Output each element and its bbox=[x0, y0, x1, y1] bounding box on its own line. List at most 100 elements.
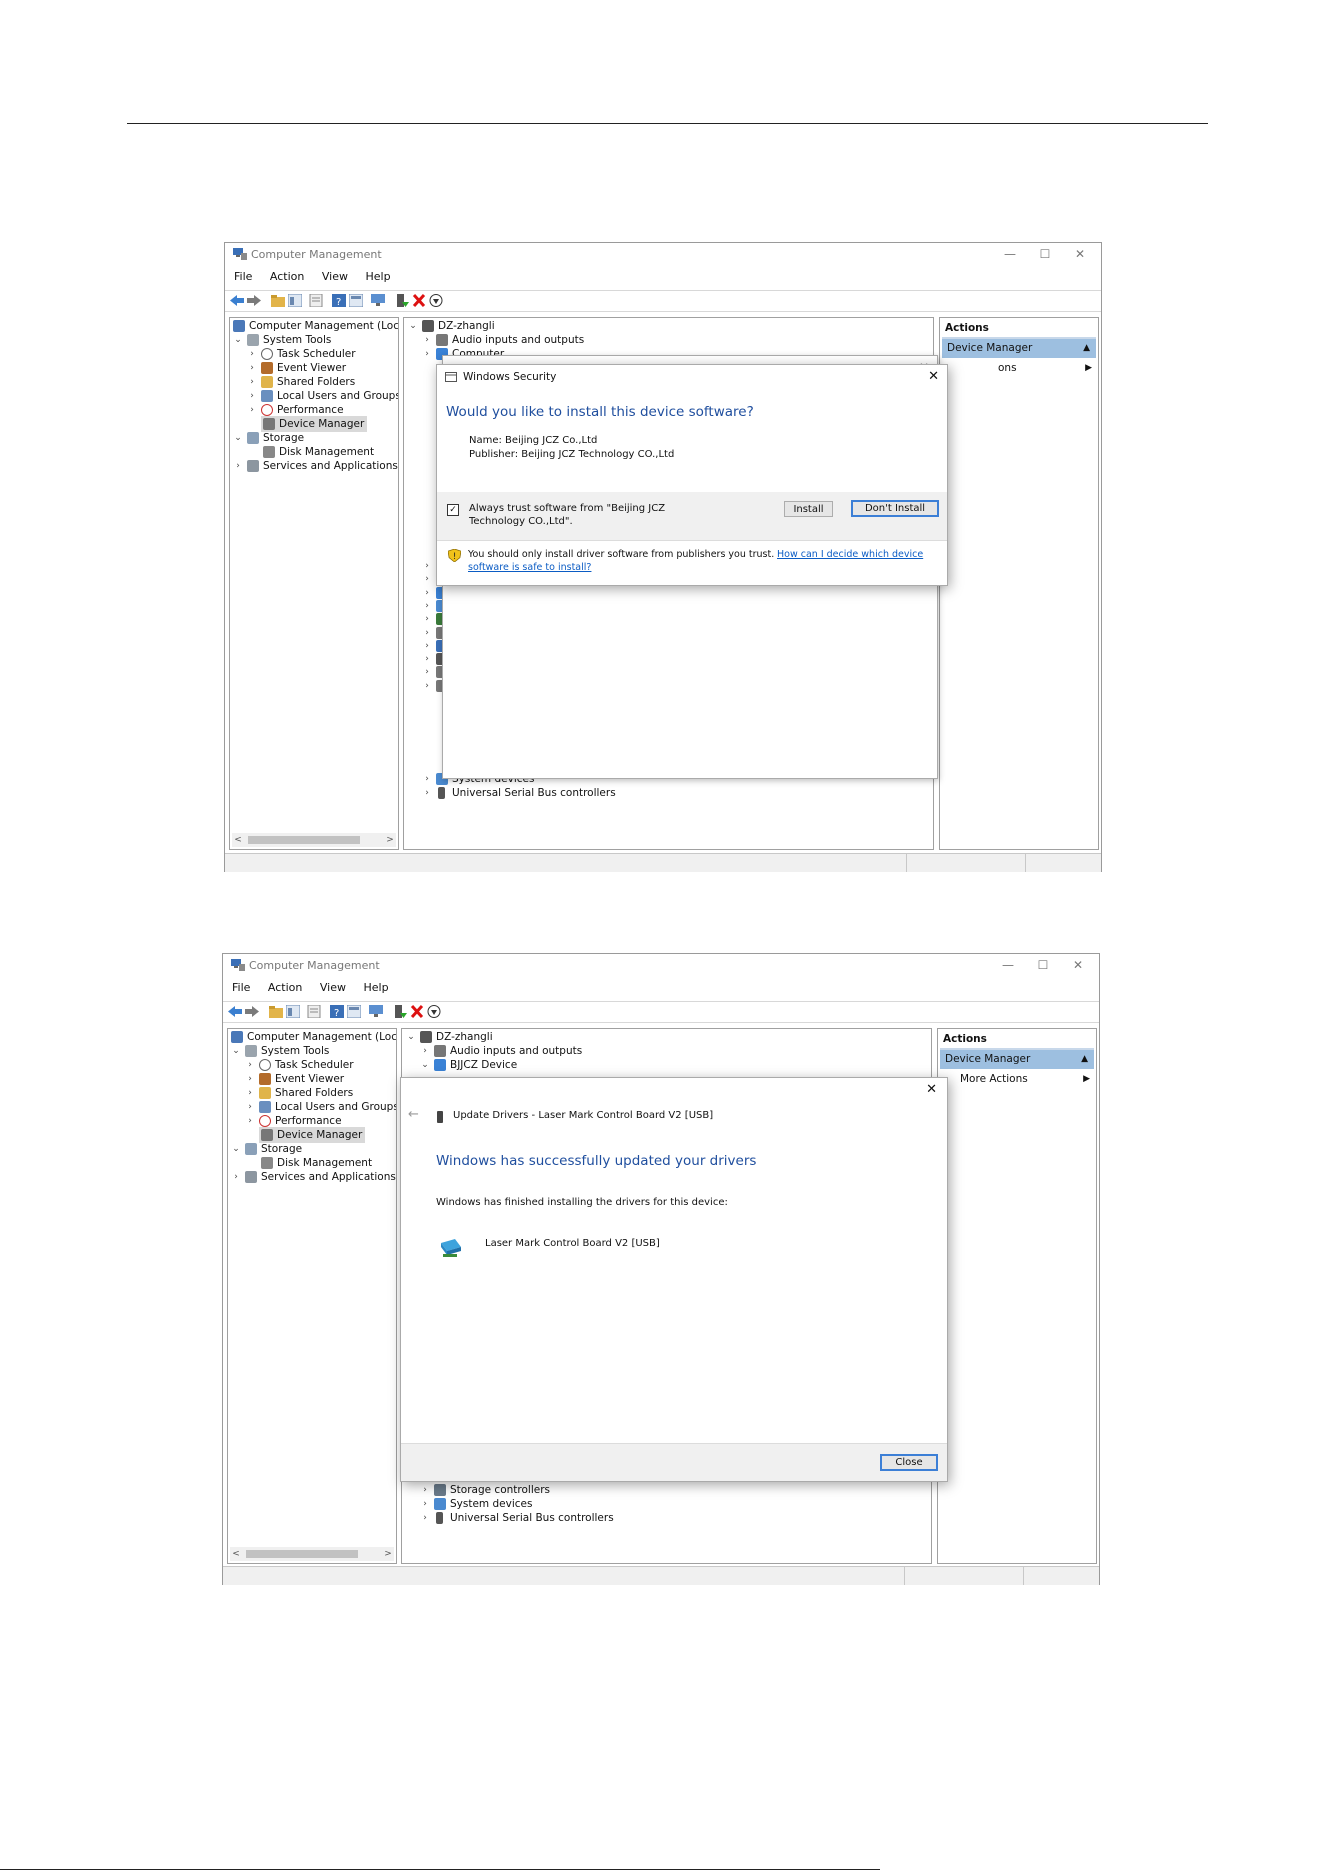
horizontal-scrollbar[interactable]: < > bbox=[230, 1547, 394, 1561]
maximize-button[interactable]: ☐ bbox=[1032, 957, 1054, 973]
event-viewer-icon bbox=[261, 362, 273, 374]
menu-action[interactable]: Action bbox=[268, 981, 302, 994]
up-folder-icon[interactable] bbox=[269, 1005, 283, 1018]
menu-view[interactable]: View bbox=[322, 270, 348, 283]
menu-help[interactable]: Help bbox=[365, 270, 390, 283]
help-link-line2[interactable]: software is safe to install? bbox=[468, 562, 591, 573]
chevron-down-icon[interactable]: ⌄ bbox=[233, 332, 243, 348]
scroll-right-arrow[interactable]: > bbox=[382, 1547, 394, 1561]
chevron-down-icon[interactable]: ⌄ bbox=[231, 1043, 241, 1059]
warning-section: ! You should only install driver softwar… bbox=[437, 540, 947, 586]
chevron-down-icon[interactable]: ⌄ bbox=[420, 1057, 430, 1073]
warning-text: You should only install driver software … bbox=[468, 549, 775, 560]
chevron-down-icon[interactable]: ⌄ bbox=[406, 1029, 416, 1045]
view-icon[interactable] bbox=[349, 294, 363, 307]
minimize-button[interactable]: — bbox=[997, 957, 1019, 973]
monitor-icon[interactable] bbox=[369, 1005, 383, 1018]
back-arrow-icon[interactable]: ← bbox=[408, 1107, 419, 1122]
close-button[interactable]: ✕ bbox=[1067, 957, 1089, 973]
chevron-right-icon[interactable]: › bbox=[422, 678, 432, 694]
properties-icon[interactable] bbox=[309, 294, 323, 307]
scroll-thumb[interactable] bbox=[248, 836, 360, 844]
trust-checkbox[interactable]: ✓ bbox=[447, 504, 459, 516]
speaker-icon bbox=[434, 1045, 446, 1057]
window-title: Computer Management bbox=[249, 959, 380, 972]
chevron-right-icon[interactable]: › bbox=[420, 1510, 430, 1526]
update-drivers-dialog: ✕ ← Update Drivers - Laser Mark Control … bbox=[400, 1077, 948, 1482]
collapse-triangle-icon[interactable]: ▲ bbox=[1083, 339, 1090, 358]
minimize-button[interactable]: — bbox=[999, 246, 1021, 262]
show-hide-tree-icon[interactable] bbox=[286, 1005, 300, 1018]
dont-install-button[interactable]: Don't Install bbox=[851, 500, 939, 517]
device-bjjcz[interactable]: ⌄ BJJCZ Device bbox=[420, 1057, 517, 1073]
forward-arrow-icon[interactable] bbox=[247, 294, 261, 307]
chevron-right-icon[interactable]: › bbox=[247, 402, 257, 418]
clock-icon bbox=[259, 1059, 271, 1071]
help-link-line1[interactable]: How can I decide which device bbox=[777, 549, 923, 560]
horizontal-scrollbar[interactable]: < > bbox=[232, 833, 396, 847]
uninstall-x-icon[interactable] bbox=[410, 1005, 424, 1018]
performance-icon bbox=[261, 404, 273, 416]
device-usb[interactable]: › Universal Serial Bus controllers bbox=[420, 1510, 614, 1526]
computer-management-window-1: Computer Management — ☐ ✕ File Action Vi… bbox=[224, 242, 1102, 872]
scan-hardware-icon[interactable] bbox=[427, 1005, 441, 1018]
menu-view[interactable]: View bbox=[320, 981, 346, 994]
actions-device-manager[interactable]: Device Manager ▲ bbox=[940, 1050, 1094, 1069]
help-icon[interactable]: ? bbox=[332, 294, 346, 307]
chevron-right-icon[interactable]: › bbox=[233, 458, 243, 474]
tree-services[interactable]: › Services and Applications bbox=[233, 458, 398, 474]
scroll-left-arrow[interactable]: < bbox=[232, 833, 244, 847]
more-actions-partial[interactable]: ons ▶ bbox=[998, 360, 1096, 376]
forward-arrow-icon[interactable] bbox=[245, 1005, 259, 1018]
chevron-right-icon[interactable]: › bbox=[245, 1113, 255, 1129]
chevron-right-icon[interactable]: › bbox=[231, 1169, 241, 1185]
chevron-down-icon[interactable]: ⌄ bbox=[408, 318, 418, 334]
help-icon[interactable]: ? bbox=[330, 1005, 344, 1018]
monitor-icon[interactable] bbox=[371, 294, 385, 307]
close-button[interactable]: ✕ bbox=[1069, 246, 1091, 262]
maximize-button[interactable]: ☐ bbox=[1034, 246, 1056, 262]
up-folder-icon[interactable] bbox=[271, 294, 285, 307]
view-icon[interactable] bbox=[347, 1005, 361, 1018]
menu-action[interactable]: Action bbox=[270, 270, 304, 283]
services-icon bbox=[247, 460, 259, 472]
chevron-down-icon[interactable]: ⌄ bbox=[231, 1141, 241, 1157]
close-button[interactable]: Close bbox=[880, 1454, 938, 1471]
chevron-right-icon[interactable]: › bbox=[422, 785, 432, 801]
disk-icon bbox=[263, 446, 275, 458]
clock-icon bbox=[261, 348, 273, 360]
scroll-left-arrow[interactable]: < bbox=[230, 1547, 242, 1561]
scan-hardware-icon[interactable] bbox=[429, 294, 443, 307]
device-usb[interactable]: › Universal Serial Bus controllers bbox=[422, 785, 616, 801]
install-button[interactable]: Install bbox=[784, 501, 833, 517]
shared-folder-icon bbox=[261, 376, 273, 388]
properties-icon[interactable] bbox=[307, 1005, 321, 1018]
close-icon[interactable]: ✕ bbox=[928, 369, 939, 384]
tree-services[interactable]: › Services and Applications bbox=[231, 1169, 396, 1185]
menu-file[interactable]: File bbox=[232, 981, 250, 994]
menu-file[interactable]: File bbox=[234, 270, 252, 283]
scroll-right-arrow[interactable]: > bbox=[384, 833, 396, 847]
actions-device-manager[interactable]: Device Manager ▲ bbox=[942, 339, 1096, 358]
menu-help[interactable]: Help bbox=[363, 981, 388, 994]
finished-text: Windows has finished installing the driv… bbox=[436, 1197, 728, 1208]
trust-label-line2[interactable]: Technology CO.,Ltd". bbox=[469, 516, 573, 527]
event-viewer-icon bbox=[259, 1073, 271, 1085]
more-actions[interactable]: More Actions ▶ bbox=[960, 1071, 1094, 1087]
trust-label-line1[interactable]: Always trust software from "Beijing JCZ bbox=[469, 503, 665, 514]
scroll-thumb[interactable] bbox=[246, 1550, 358, 1558]
close-icon[interactable]: ✕ bbox=[926, 1082, 937, 1097]
chevron-down-icon[interactable]: ⌄ bbox=[233, 430, 243, 446]
dialog-header: Update Drivers - Laser Mark Control Boar… bbox=[453, 1110, 714, 1121]
back-arrow-icon[interactable] bbox=[230, 294, 244, 307]
back-arrow-icon[interactable] bbox=[228, 1005, 242, 1018]
uninstall-x-icon[interactable] bbox=[412, 294, 426, 307]
collapse-triangle-icon[interactable]: ▲ bbox=[1081, 1050, 1088, 1069]
submenu-arrow-icon: ▶ bbox=[1085, 363, 1092, 373]
update-driver-icon[interactable] bbox=[395, 294, 409, 307]
show-hide-tree-icon[interactable] bbox=[288, 294, 302, 307]
chevron-right-icon[interactable]: › bbox=[422, 346, 432, 362]
device-name: Laser Mark Control Board V2 [USB] bbox=[485, 1238, 660, 1249]
performance-icon bbox=[259, 1115, 271, 1127]
update-driver-icon[interactable] bbox=[393, 1005, 407, 1018]
